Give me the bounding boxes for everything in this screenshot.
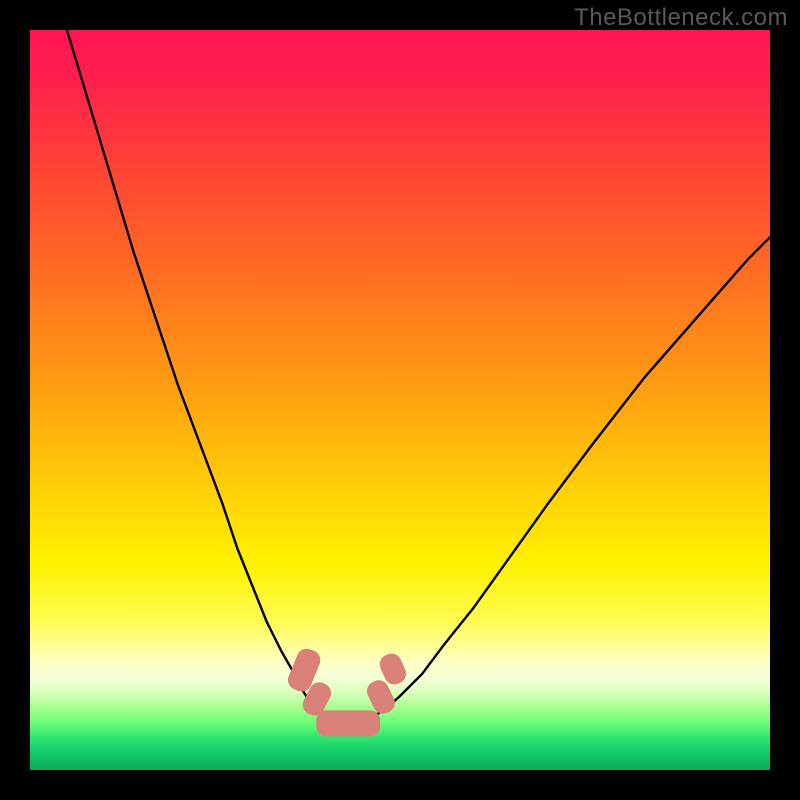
plot-area	[30, 30, 770, 770]
chart-frame: TheBottleneck.com	[0, 0, 800, 800]
watermark-text: TheBottleneck.com	[574, 4, 788, 32]
marker-layer	[30, 30, 770, 770]
marker-floor-blob	[316, 711, 380, 736]
